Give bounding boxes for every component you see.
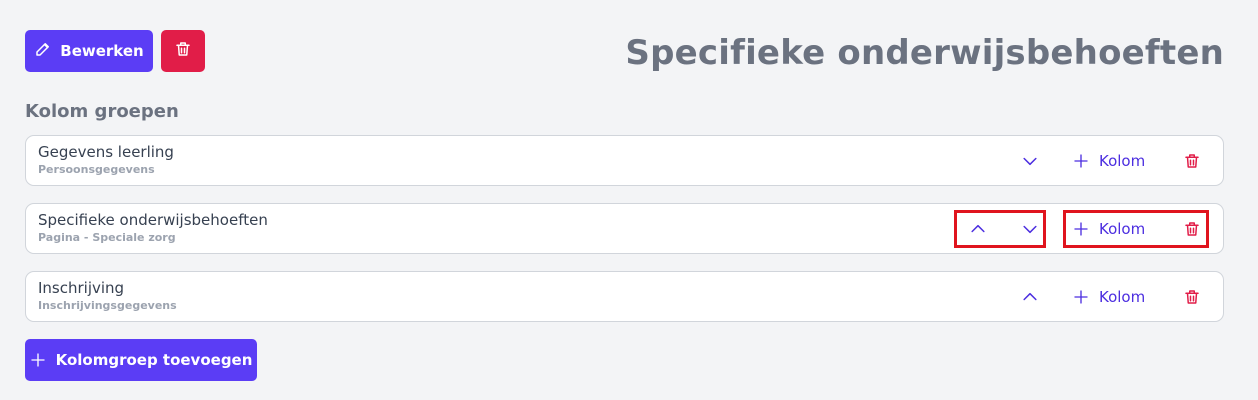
edit-button-label: Bewerken bbox=[60, 42, 144, 60]
delete-group-button[interactable] bbox=[1180, 217, 1204, 241]
delete-button[interactable] bbox=[161, 30, 205, 72]
group-name: Specifieke onderwijsbehoeften bbox=[38, 211, 268, 229]
group-name: Inschrijving bbox=[38, 279, 125, 297]
add-column-group-button[interactable]: Kolomgroep toevoegen bbox=[25, 339, 257, 381]
plus-icon bbox=[1074, 222, 1088, 236]
delete-group-button[interactable] bbox=[1180, 285, 1204, 309]
add-column-button[interactable]: Kolom bbox=[1073, 147, 1145, 175]
move-up-button[interactable] bbox=[1018, 285, 1042, 309]
add-column-label: Kolom bbox=[1099, 152, 1146, 170]
column-group-card: Specifieke onderwijsbehoeften Pagina - S… bbox=[25, 203, 1224, 254]
trash-icon bbox=[174, 40, 192, 62]
plus-icon bbox=[1074, 290, 1088, 304]
group-subtitle: Persoonsgegevens bbox=[38, 163, 155, 176]
trash-icon bbox=[1185, 222, 1199, 236]
pencil-icon bbox=[34, 40, 52, 62]
move-up-button[interactable] bbox=[966, 217, 990, 241]
move-down-button[interactable] bbox=[1018, 149, 1042, 173]
delete-group-button[interactable] bbox=[1180, 149, 1204, 173]
group-subtitle: Pagina - Speciale zorg bbox=[38, 231, 176, 244]
add-column-button[interactable]: Kolom bbox=[1073, 215, 1145, 243]
column-group-card: Inschrijving Inschrijvingsgegevens Kolom bbox=[25, 271, 1224, 322]
move-down-button[interactable] bbox=[1018, 217, 1042, 241]
trash-icon bbox=[1185, 154, 1199, 168]
column-group-card: Gegevens leerling Persoonsgegevens Kolom bbox=[25, 135, 1224, 186]
chevron-up-icon bbox=[1023, 292, 1037, 301]
page-title: Specifieke onderwijsbehoeften bbox=[625, 33, 1224, 73]
plus-icon bbox=[1074, 154, 1088, 168]
edit-button[interactable]: Bewerken bbox=[25, 30, 153, 72]
group-subtitle: Inschrijvingsgegevens bbox=[38, 299, 177, 312]
add-column-group-label: Kolomgroep toevoegen bbox=[55, 351, 253, 369]
group-name: Gegevens leerling bbox=[38, 143, 174, 161]
add-column-label: Kolom bbox=[1099, 288, 1146, 306]
add-column-button[interactable]: Kolom bbox=[1073, 283, 1145, 311]
section-heading: Kolom groepen bbox=[25, 101, 179, 122]
plus-icon bbox=[30, 353, 45, 367]
trash-icon bbox=[1185, 290, 1199, 304]
page: Bewerken Specifieke onderwijsbehoeften K… bbox=[0, 0, 1258, 400]
chevron-up-icon bbox=[971, 224, 985, 233]
chevron-down-icon bbox=[1023, 157, 1037, 166]
chevron-down-icon bbox=[1023, 225, 1037, 234]
add-column-label: Kolom bbox=[1099, 220, 1146, 238]
